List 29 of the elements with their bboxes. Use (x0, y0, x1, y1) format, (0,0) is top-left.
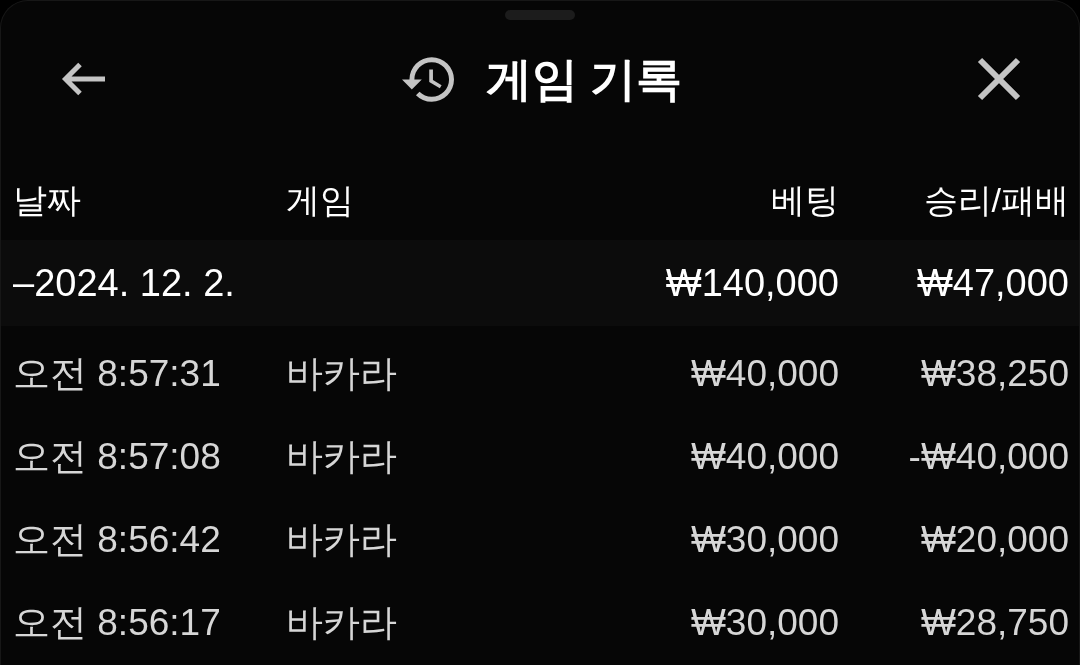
game-cell: 바카라 (286, 355, 397, 392)
date-group-row[interactable]: –2024. 12. 2. ₩140,000 ₩47,000 (1, 240, 1079, 326)
result-cell: -₩40,000 (908, 438, 1069, 475)
result-total: ₩47,000 (916, 264, 1069, 302)
result-cell: ₩28,750 (920, 604, 1069, 641)
game-cell: 바카라 (286, 521, 397, 558)
column-header: 날짜 (13, 183, 81, 217)
column-header: 승리/패배 (923, 183, 1069, 217)
bet-total: ₩140,000 (665, 264, 839, 302)
sheet-title: 게임 기록 (485, 56, 683, 102)
time-cell: 오전 8:56:42 (13, 521, 221, 558)
game-cell: 바카라 (286, 438, 397, 475)
result-cell: ₩38,250 (920, 355, 1069, 392)
close-icon (977, 57, 1021, 101)
time-cell: 오전 8:56:17 (13, 604, 221, 641)
time-cell: 오전 8:57:08 (13, 438, 221, 475)
history-icon (401, 56, 454, 102)
group-date: –2024. 12. 2. (13, 264, 235, 302)
bet-cell: ₩30,000 (690, 521, 839, 558)
close-button[interactable] (976, 56, 1022, 102)
time-cell: 오전 8:57:31 (13, 355, 221, 392)
bet-cell: ₩40,000 (690, 438, 839, 475)
column-header: 게임 (286, 183, 354, 217)
game-cell: 바카라 (286, 604, 397, 641)
back-arrow-icon (59, 61, 105, 97)
column-header: 베팅 (771, 183, 839, 217)
bet-cell: ₩40,000 (690, 355, 839, 392)
bet-cell: ₩30,000 (690, 604, 839, 641)
result-cell: ₩20,000 (920, 521, 1069, 558)
